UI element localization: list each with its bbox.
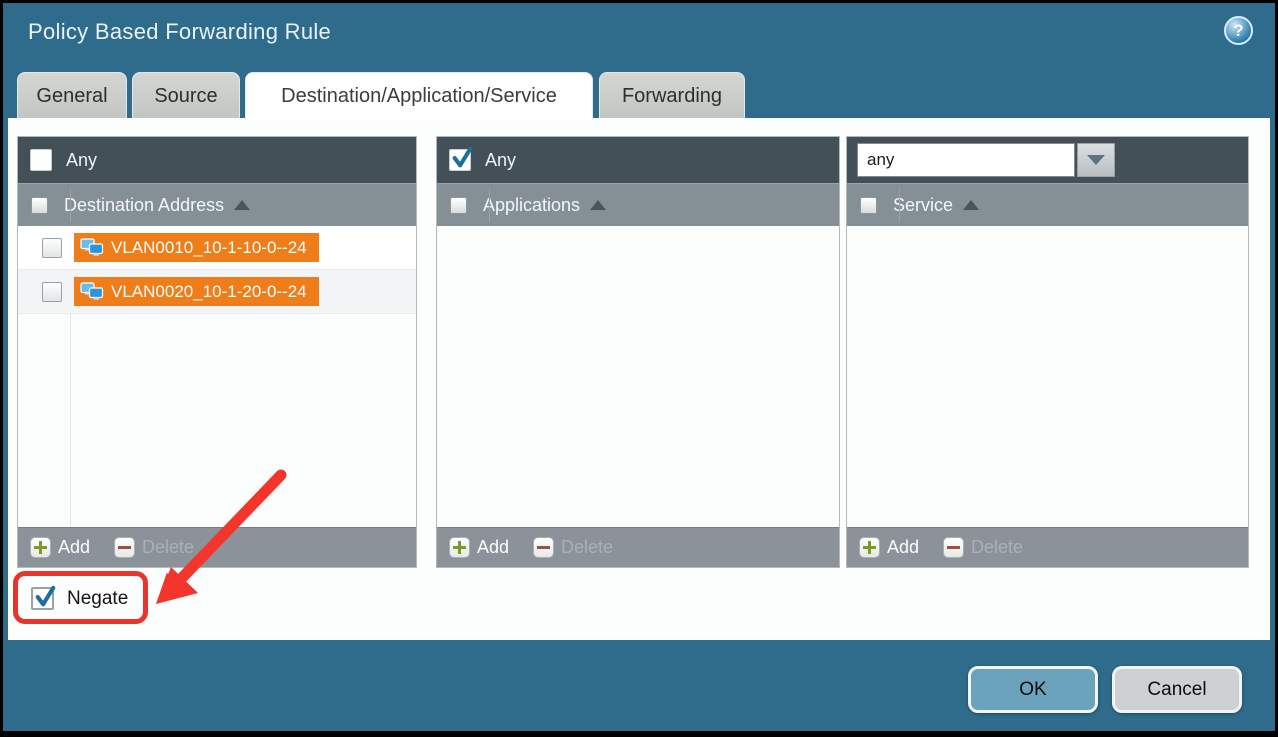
service-dropdown-bar: any [847,137,1248,183]
address-object-label: VLAN0020_10-1-20-0--24 [111,282,307,302]
service-dropdown-value[interactable]: any [857,143,1075,177]
applications-any-label: Any [485,150,516,171]
destination-address-header-label: Destination Address [64,195,224,216]
minus-icon [533,537,554,558]
chevron-down-icon [1087,155,1105,165]
applications-footer: Add Delete [437,527,839,567]
network-address-icon [80,282,104,302]
add-button[interactable]: Add [30,537,90,558]
service-list [847,226,1248,527]
plus-icon [30,537,51,558]
plus-icon [859,537,880,558]
tab-general[interactable]: General [17,72,127,119]
tab-destination-application-service[interactable]: Destination/Application/Service [245,72,593,120]
minus-icon [114,537,135,558]
service-dropdown-button[interactable] [1077,143,1115,177]
address-object-tag[interactable]: VLAN0010_10-1-10-0--24 [74,233,319,262]
applications-list [437,226,839,527]
address-object-label: VLAN0010_10-1-10-0--24 [111,238,307,258]
destination-address-header[interactable]: Destination Address [18,183,416,226]
add-button[interactable]: Add [859,537,919,558]
destination-address-panel: Any Destination Address [17,136,417,568]
sort-ascending-icon[interactable] [590,200,606,210]
negate-checkbox[interactable] [31,587,54,610]
destination-footer: Add Delete [18,527,416,567]
tab-content-area: Any Destination Address [8,118,1270,640]
service-panel: any Service Add [846,136,1249,568]
delete-button[interactable]: Delete [943,537,1023,558]
sort-ascending-icon[interactable] [963,200,979,210]
minus-icon [943,537,964,558]
negate-control: Negate [31,587,128,610]
delete-button[interactable]: Delete [533,537,613,558]
row-checkbox[interactable] [42,238,62,258]
service-select-all-checkbox[interactable] [860,197,877,214]
network-address-icon [80,238,104,258]
service-header-label: Service [893,195,953,216]
header-divider [70,188,71,222]
table-row[interactable]: VLAN0010_10-1-10-0--24 [18,226,416,270]
dialog-title: Policy Based Forwarding Rule [28,19,331,45]
delete-button[interactable]: Delete [114,537,194,558]
cancel-button[interactable]: Cancel [1112,666,1242,713]
service-footer: Add Delete [847,527,1248,567]
address-object-tag[interactable]: VLAN0020_10-1-20-0--24 [74,277,319,306]
service-header[interactable]: Service [847,183,1248,226]
destination-address-list: VLAN0010_10-1-10-0--24 VLAN0020_10-1-20-… [18,226,416,527]
negate-label: Negate [67,588,128,610]
destination-any-checkbox[interactable] [30,149,52,171]
service-dropdown[interactable]: any [857,143,1115,177]
applications-panel: Any Applications Add [436,136,840,568]
policy-based-forwarding-dialog: Policy Based Forwarding Rule ? General S… [0,0,1278,734]
table-row[interactable]: VLAN0020_10-1-20-0--24 [18,270,416,314]
applications-any-checkbox[interactable] [449,149,471,171]
add-button[interactable]: Add [449,537,509,558]
header-divider [489,188,490,222]
applications-any-bar: Any [437,137,839,183]
header-divider [899,188,900,222]
destination-select-all-checkbox[interactable] [31,197,48,214]
applications-header-label: Applications [483,195,580,216]
applications-header[interactable]: Applications [437,183,839,226]
applications-select-all-checkbox[interactable] [450,197,467,214]
tab-source[interactable]: Source [132,72,240,119]
tab-forwarding[interactable]: Forwarding [599,72,745,119]
row-checkbox[interactable] [42,282,62,302]
ok-button[interactable]: OK [968,666,1098,713]
help-icon[interactable]: ? [1224,16,1253,45]
sort-ascending-icon[interactable] [234,200,250,210]
plus-icon [449,537,470,558]
destination-any-bar: Any [18,137,416,183]
destination-any-label: Any [66,150,97,171]
